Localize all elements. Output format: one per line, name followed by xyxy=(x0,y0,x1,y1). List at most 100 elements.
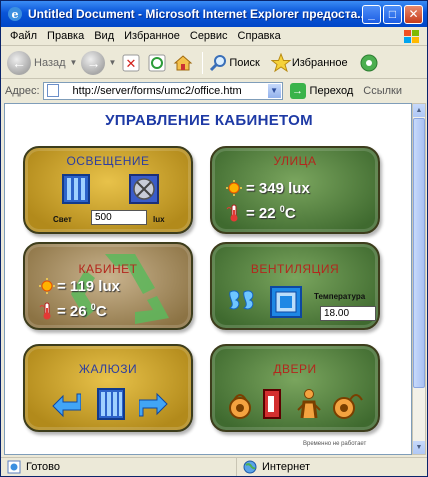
sun-icon xyxy=(39,278,55,294)
go-button[interactable]: → Переход xyxy=(289,82,354,99)
menu-edit[interactable]: Правка xyxy=(42,30,89,42)
stop-icon: ✕ xyxy=(120,52,142,74)
home-button[interactable] xyxy=(172,52,194,74)
light-input[interactable]: 500 xyxy=(91,210,147,225)
menu-tools[interactable]: Сервис xyxy=(185,30,233,42)
status-zone: Интернет xyxy=(237,458,310,476)
close-button[interactable]: ✕ xyxy=(404,4,423,24)
footnote: Временно не работает xyxy=(303,441,367,447)
light-unit: lux xyxy=(153,215,165,224)
stop-button[interactable]: ✕ xyxy=(120,52,142,74)
doors-panel: ДВЕРИ xyxy=(210,344,380,432)
menu-bar: Файл Правка Вид Избранное Сервис Справка xyxy=(1,27,427,46)
street-lux-value: = 349 lux xyxy=(246,180,310,197)
blinds-down-arrow-icon[interactable] xyxy=(51,390,82,420)
globe-icon xyxy=(243,460,257,474)
air-conditioner-icon[interactable] xyxy=(270,286,302,318)
links-button[interactable]: Ссылки xyxy=(363,85,402,97)
cabinet-lux-value: = 119 lux xyxy=(57,278,120,295)
menu-help[interactable]: Справка xyxy=(233,30,286,42)
svg-text:✕: ✕ xyxy=(126,57,137,72)
person-icon[interactable] xyxy=(294,388,324,420)
sun-icon xyxy=(226,180,242,196)
ie-logo-icon: e xyxy=(7,6,23,22)
fan-icon[interactable] xyxy=(226,286,258,316)
scroll-down-icon[interactable]: ▼ xyxy=(413,441,425,454)
status-text: Готово xyxy=(26,461,60,473)
cabinet-panel: КАБИНЕТ = 119 lux = 26 0C xyxy=(23,242,193,330)
blinds-icon[interactable] xyxy=(97,388,125,420)
page-done-icon xyxy=(7,460,21,474)
lock-icon[interactable] xyxy=(226,390,254,420)
street-temp-unit: C xyxy=(284,205,296,222)
star-icon xyxy=(270,52,292,74)
thermometer-icon xyxy=(226,204,242,222)
menu-view[interactable]: Вид xyxy=(89,30,119,42)
minimize-button[interactable]: _ xyxy=(362,4,381,24)
street-temp-value: = 22 0C xyxy=(246,204,296,222)
page-title: УПРАВЛЕНИЕ КАБИНЕТОМ xyxy=(105,112,313,129)
back-label: Назад xyxy=(34,56,66,69)
media-button[interactable] xyxy=(358,52,380,74)
scroll-thumb[interactable] xyxy=(413,118,425,388)
favorites-label: Избранное xyxy=(291,56,348,69)
vertical-scrollbar[interactable]: ▲ ▼ xyxy=(412,103,426,455)
browser-window: e Untitled Document - Microsoft Internet… xyxy=(0,0,428,477)
lighting-panel: ОСВЕЩЕНИЕ Свет 500 lux xyxy=(23,146,193,234)
door-alarm-icon[interactable] xyxy=(260,388,286,420)
refresh-button[interactable] xyxy=(146,52,168,74)
scroll-up-icon[interactable]: ▲ xyxy=(413,104,425,117)
forward-button[interactable]: → ▼ xyxy=(81,50,116,75)
toolbar: ← Назад ▼ → ▼ ✕ Поиск Избранное xyxy=(1,47,427,79)
back-button[interactable]: ← Назад ▼ xyxy=(7,50,77,75)
cabinet-title: КАБИНЕТ xyxy=(78,262,138,276)
favorites-button[interactable]: Избранное xyxy=(270,52,348,74)
cabinet-temp-value: = 26 0C xyxy=(57,302,107,320)
go-arrow-icon: → xyxy=(289,82,306,99)
menu-file[interactable]: Файл xyxy=(5,30,42,42)
temperature-input[interactable]: 18.00 xyxy=(320,306,376,321)
blinds-title: ЖАЛЮЗИ xyxy=(78,362,138,376)
maximize-button[interactable]: □ xyxy=(383,4,402,24)
page-icon xyxy=(46,84,59,97)
media-icon xyxy=(358,52,380,74)
search-icon xyxy=(207,52,229,74)
zone-text: Интернет xyxy=(262,461,310,473)
address-bar: Адрес: http://server/forms/umc2/office.h… xyxy=(1,80,427,101)
cabinet-temp-number: = 26 xyxy=(57,303,87,320)
unlock-icon[interactable] xyxy=(332,390,364,420)
title-bar: e Untitled Document - Microsoft Internet… xyxy=(1,1,427,27)
menu-favorites[interactable]: Избранное xyxy=(119,30,185,42)
svg-text:e: e xyxy=(12,8,19,21)
windows-flag-icon xyxy=(401,29,423,45)
back-arrow-icon: ← xyxy=(7,50,31,75)
blinds-panel: ЖАЛЮЗИ xyxy=(23,344,193,432)
street-temp-number: = 22 xyxy=(246,205,276,222)
lamp-toggle-icon[interactable] xyxy=(62,174,90,204)
home-icon xyxy=(172,52,194,74)
address-url: http://server/forms/umc2/office.htm xyxy=(72,84,242,97)
page-content: УПРАВЛЕНИЕ КАБИНЕТОМ ОСВЕЩЕНИЕ Свет 500 … xyxy=(4,103,412,455)
status-bar: Готово Интернет xyxy=(1,457,427,476)
ventilation-title: ВЕНТИЛЯЦИЯ xyxy=(250,262,340,276)
refresh-icon xyxy=(146,52,168,74)
light-bulb-icon[interactable] xyxy=(129,174,159,204)
address-label: Адрес: xyxy=(5,84,40,97)
address-input[interactable]: http://server/forms/umc2/office.htm xyxy=(42,81,283,100)
toolbar-separator xyxy=(202,51,204,74)
search-button[interactable]: Поиск xyxy=(207,52,260,74)
ventilation-panel: ВЕНТИЛЯЦИЯ Температура 18.00 xyxy=(210,242,380,330)
forward-arrow-icon: → xyxy=(81,50,106,75)
address-dropdown-icon[interactable]: ▼ xyxy=(266,82,282,99)
doors-title: ДВЕРИ xyxy=(273,362,317,376)
status-left: Готово xyxy=(1,458,237,476)
blinds-up-arrow-icon[interactable] xyxy=(138,390,169,420)
lighting-title: ОСВЕЩЕНИЕ xyxy=(66,154,150,168)
thermometer-icon xyxy=(39,302,55,320)
temperature-label: Температура xyxy=(314,292,366,301)
street-panel: УЛИЦА = 349 lux = 22 0C xyxy=(210,146,380,234)
street-title: УЛИЦА xyxy=(273,154,317,168)
go-label: Переход xyxy=(309,84,354,97)
light-label: Свет xyxy=(53,215,72,224)
cabinet-temp-unit: C xyxy=(95,303,107,320)
